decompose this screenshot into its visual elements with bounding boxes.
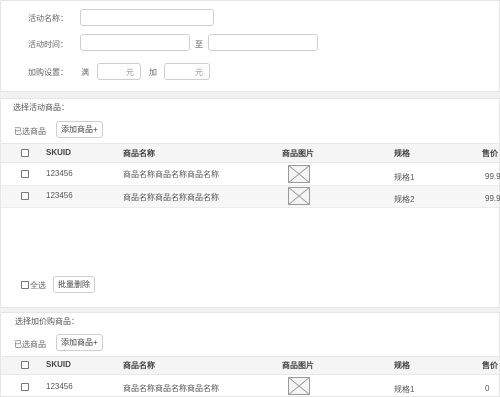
row-checkbox[interactable] xyxy=(21,192,29,200)
add-goods-button[interactable]: 添加商品+ xyxy=(56,121,103,138)
col-spec: 规格 xyxy=(394,361,410,370)
time-separator: 至 xyxy=(195,40,203,49)
image-placeholder-icon xyxy=(288,165,310,183)
add-amount-input[interactable]: 元 xyxy=(164,63,210,80)
col-goods-image: 商品图片 xyxy=(282,361,314,370)
full-amount-input[interactable]: 元 xyxy=(97,63,141,80)
row-goods-name: 商品名称商品名称商品名称 xyxy=(123,384,219,393)
yuan-unit: 元 xyxy=(126,68,134,77)
header-checkbox[interactable] xyxy=(21,149,29,157)
add-label: 加 xyxy=(149,68,157,77)
start-time-input[interactable] xyxy=(80,34,190,51)
col-skuid: SKUID xyxy=(46,360,71,369)
row-checkbox[interactable] xyxy=(21,170,29,178)
addbuy-setting-label: 加购设置： xyxy=(28,68,68,77)
header-checkbox[interactable] xyxy=(21,361,29,369)
select-all-checkbox[interactable] xyxy=(21,281,29,289)
table-header xyxy=(1,356,499,375)
row-spec: 规格2 xyxy=(394,195,415,204)
row-spec: 规格1 xyxy=(394,385,415,394)
col-goods-name: 商品名称 xyxy=(123,361,155,370)
selected-goods-label: 已选商品 xyxy=(14,340,46,349)
row-price: 0 xyxy=(485,384,490,393)
addbuy-goods-title: 选择加价购商品： xyxy=(15,317,79,326)
full-label: 满 xyxy=(81,68,89,77)
col-price: 售价 xyxy=(482,361,498,370)
end-time-input[interactable] xyxy=(208,34,318,51)
table-row xyxy=(1,186,499,208)
row-skuid: 123456 xyxy=(46,169,73,178)
col-spec: 规格 xyxy=(394,149,410,158)
table-header xyxy=(1,143,499,163)
yuan-unit: 元 xyxy=(195,68,203,77)
table-row xyxy=(1,164,499,186)
selected-goods-label: 已选商品 xyxy=(14,127,46,136)
image-placeholder-icon xyxy=(288,187,310,205)
row-goods-name: 商品名称商品名称商品名称 xyxy=(123,170,219,179)
col-goods-name: 商品名称 xyxy=(123,149,155,158)
select-all-label: 全选 xyxy=(30,281,46,290)
image-placeholder-icon xyxy=(288,377,310,395)
col-goods-image: 商品图片 xyxy=(282,149,314,158)
row-price: 99.9 xyxy=(485,194,500,203)
addbuy-goods-card: 选择加价购商品： 已选商品 添加商品+ SKUID 商品名称 商品图片 规格 售… xyxy=(0,312,500,397)
row-checkbox[interactable] xyxy=(21,383,29,391)
activity-form-card: 活动名称： 活动时间： 至 加购设置： 满 元 加 元 xyxy=(0,0,500,92)
batch-delete-button[interactable]: 批量删除 xyxy=(53,276,95,293)
activity-name-input[interactable] xyxy=(80,9,214,26)
activity-goods-card: 选择活动商品： 已选商品 添加商品+ SKUID 商品名称 商品图片 规格 售价… xyxy=(0,98,500,308)
row-goods-name: 商品名称商品名称商品名称 xyxy=(123,193,219,202)
col-price: 售价 xyxy=(482,149,498,158)
row-spec: 规格1 xyxy=(394,173,415,182)
add-goods-button[interactable]: 添加商品+ xyxy=(56,334,103,351)
activity-goods-title: 选择活动商品： xyxy=(13,103,69,112)
row-skuid: 123456 xyxy=(46,382,73,391)
activity-time-label: 活动时间： xyxy=(28,40,68,49)
activity-name-label: 活动名称： xyxy=(28,14,68,23)
row-price: 99.9 xyxy=(485,172,500,181)
col-skuid: SKUID xyxy=(46,148,71,157)
row-skuid: 123456 xyxy=(46,191,73,200)
